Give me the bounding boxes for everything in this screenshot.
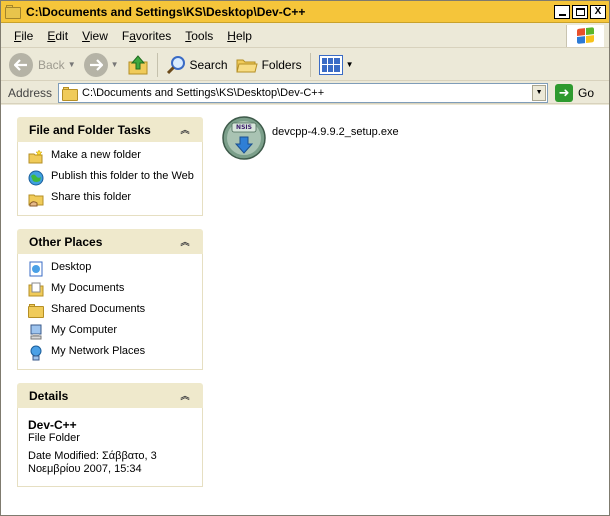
- minimize-button[interactable]: [554, 4, 570, 19]
- windows-logo-icon: [566, 25, 604, 47]
- go-label: Go: [578, 85, 595, 100]
- back-button[interactable]: Back ▼: [1, 51, 80, 79]
- panel-header[interactable]: File and Folder Tasks ︽: [17, 117, 203, 142]
- nsis-label: NSIS: [236, 124, 252, 131]
- folders-icon: [235, 56, 258, 74]
- file-name: devcpp-4.9.9.2_setup.exe: [272, 126, 399, 138]
- publish-web-icon: [28, 170, 44, 186]
- panel-title: File and Folder Tasks: [29, 122, 151, 137]
- content-area: File and Folder Tasks ︽ Make a new folde…: [1, 105, 609, 515]
- details-modified-line1: Date Modified: Σάββατο, 3: [28, 450, 157, 462]
- menu-favorites[interactable]: Favorites: [115, 29, 178, 43]
- collapse-chevron-icon[interactable]: ︽: [177, 388, 193, 404]
- toolbar-separator: [309, 52, 311, 77]
- menu-bar: File Edit View Favorites Tools Help: [1, 24, 609, 48]
- collapse-chevron-icon[interactable]: ︽: [177, 122, 193, 138]
- folders-label: Folders: [261, 57, 302, 72]
- menu-help[interactable]: Help: [220, 29, 259, 43]
- details-panel: Details ︽ Dev-C++ File Folder Date Modif…: [17, 383, 203, 487]
- search-button[interactable]: Search: [162, 51, 232, 79]
- task-share-folder[interactable]: Share this folder: [28, 191, 194, 207]
- address-bar: Address C:\Documents and Settings\KS\Des…: [1, 82, 609, 104]
- menu-tools[interactable]: Tools: [178, 29, 220, 43]
- menu-file[interactable]: File: [1, 29, 40, 43]
- explorer-window: C:\Documents and Settings\KS\Desktop\Dev…: [0, 0, 610, 516]
- views-dropdown-icon: ▼: [345, 60, 354, 69]
- forward-dropdown-icon[interactable]: ▼: [111, 60, 119, 69]
- task-publish-folder[interactable]: Publish this folder to the Web: [28, 170, 194, 186]
- search-label: Search: [189, 57, 228, 72]
- details-name: Dev-C++: [28, 418, 77, 432]
- forward-arrow-icon: [83, 52, 108, 77]
- address-path: C:\Documents and Settings\KS\Desktop\Dev…: [82, 86, 325, 99]
- folder-icon: [5, 4, 21, 19]
- views-icon: [318, 54, 343, 75]
- folder-icon: [62, 86, 79, 101]
- back-label: Back: [38, 57, 65, 72]
- my-computer-icon: [28, 324, 44, 340]
- network-places-icon: [28, 345, 44, 361]
- file-folder-tasks-panel: File and Folder Tasks ︽ Make a new folde…: [17, 117, 203, 216]
- menu-edit[interactable]: Edit: [40, 29, 75, 43]
- my-documents-icon: [28, 282, 44, 298]
- panel-title: Other Places: [29, 234, 103, 249]
- place-my-documents[interactable]: My Documents: [28, 282, 194, 298]
- place-my-computer[interactable]: My Computer: [28, 324, 194, 340]
- nsis-installer-icon: NSIS: [221, 115, 267, 161]
- desktop-icon: [28, 261, 44, 277]
- maximize-button[interactable]: [572, 4, 588, 19]
- address-dropdown-icon[interactable]: ▼: [532, 84, 547, 101]
- collapse-chevron-icon[interactable]: ︽: [177, 234, 193, 250]
- go-arrow-icon: ➜: [555, 83, 574, 102]
- forward-button[interactable]: ▼: [80, 51, 123, 79]
- menu-view[interactable]: View: [75, 29, 115, 43]
- place-shared-documents[interactable]: Shared Documents: [28, 303, 194, 319]
- folders-button[interactable]: Folders: [232, 51, 306, 79]
- shared-documents-icon: [28, 303, 44, 319]
- other-places-panel: Other Places ︽ Desktop My Documents Shar…: [17, 229, 203, 370]
- toolbar-separator: [156, 52, 158, 77]
- back-dropdown-icon[interactable]: ▼: [68, 60, 76, 69]
- task-make-new-folder[interactable]: Make a new folder: [28, 149, 194, 165]
- file-list: NSIS devcpp-4.9.9.2_setup.exe: [213, 105, 609, 515]
- address-input[interactable]: C:\Documents and Settings\KS\Desktop\Dev…: [58, 82, 549, 103]
- details-modified-line2: Νοεμβρίου 2007, 15:34: [28, 463, 142, 475]
- panel-header[interactable]: Other Places ︽: [17, 229, 203, 254]
- close-button[interactable]: X: [590, 4, 606, 19]
- panel-header[interactable]: Details ︽: [17, 383, 203, 408]
- up-folder-icon: [127, 54, 149, 76]
- share-folder-icon: [28, 191, 44, 207]
- details-type: File Folder: [28, 432, 80, 444]
- title-bar[interactable]: C:\Documents and Settings\KS\Desktop\Dev…: [1, 1, 609, 23]
- toolbar: Back ▼ ▼ Search Folders ▼: [1, 49, 609, 81]
- back-arrow-icon: [9, 52, 33, 77]
- place-desktop[interactable]: Desktop: [28, 261, 194, 277]
- views-button[interactable]: ▼: [315, 51, 358, 79]
- up-folder-button[interactable]: [123, 51, 153, 79]
- window-title: C:\Documents and Settings\KS\Desktop\Dev…: [26, 4, 306, 19]
- new-folder-icon: [28, 149, 44, 165]
- go-button[interactable]: ➜ Go: [555, 83, 595, 102]
- panel-title: Details: [29, 388, 69, 403]
- place-my-network-places[interactable]: My Network Places: [28, 345, 194, 361]
- search-icon: [166, 55, 186, 75]
- address-label: Address: [8, 85, 53, 100]
- file-item[interactable]: NSIS devcpp-4.9.9.2_setup.exe: [221, 115, 609, 161]
- task-pane: File and Folder Tasks ︽ Make a new folde…: [1, 105, 213, 515]
